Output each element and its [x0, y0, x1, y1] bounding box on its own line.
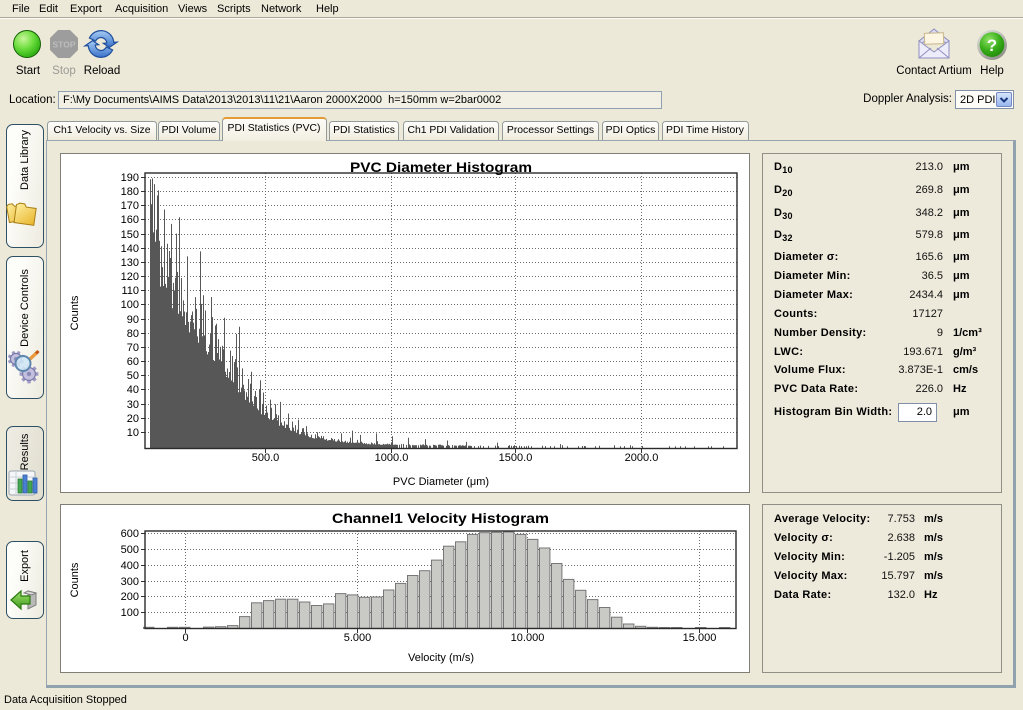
svg-text:1000.0: 1000.0 — [375, 452, 409, 464]
svg-text:15.000: 15.000 — [683, 632, 717, 644]
svg-text:60: 60 — [127, 356, 139, 368]
svg-text:140: 140 — [121, 243, 139, 255]
svg-text:500.0: 500.0 — [252, 452, 280, 464]
svg-text:400: 400 — [121, 560, 139, 572]
svg-text:130: 130 — [121, 257, 139, 269]
svg-text:10.000: 10.000 — [511, 632, 545, 644]
svg-text:110: 110 — [121, 285, 139, 297]
svg-text:20: 20 — [127, 413, 139, 425]
svg-text:40: 40 — [127, 384, 139, 396]
svg-text:10: 10 — [127, 427, 139, 439]
svg-text:70: 70 — [127, 342, 139, 354]
svg-text:Channel1 Velocity Histogram: Channel1 Velocity Histogram — [332, 510, 549, 526]
svg-text:90: 90 — [127, 314, 139, 326]
svg-text:170: 170 — [121, 200, 139, 212]
svg-text:5.000: 5.000 — [344, 632, 372, 644]
svg-text:Velocity (m/s): Velocity (m/s) — [408, 652, 474, 664]
svg-text:30: 30 — [127, 399, 139, 411]
svg-text:120: 120 — [121, 271, 139, 283]
svg-text:50: 50 — [127, 370, 139, 382]
svg-text:100: 100 — [121, 607, 139, 619]
svg-text:180: 180 — [121, 186, 139, 198]
svg-text:300: 300 — [121, 576, 139, 588]
svg-text:100: 100 — [121, 299, 139, 311]
svg-text:600: 600 — [121, 528, 139, 540]
svg-text:1500.0: 1500.0 — [499, 452, 533, 464]
svg-text:80: 80 — [127, 328, 139, 340]
svg-text:160: 160 — [121, 214, 139, 226]
svg-text:190: 190 — [121, 172, 139, 184]
svg-text:2000.0: 2000.0 — [625, 452, 659, 464]
svg-text:200: 200 — [121, 591, 139, 603]
svg-text:500: 500 — [121, 544, 139, 556]
svg-text:Counts: Counts — [69, 562, 81, 597]
svg-text:0: 0 — [182, 632, 188, 644]
svg-text:PVC Diameter (μm): PVC Diameter (μm) — [393, 476, 489, 488]
svg-text:PVC Diameter Histogram: PVC Diameter Histogram — [350, 159, 532, 175]
svg-text:150: 150 — [121, 229, 139, 241]
svg-text:Counts: Counts — [69, 295, 81, 330]
